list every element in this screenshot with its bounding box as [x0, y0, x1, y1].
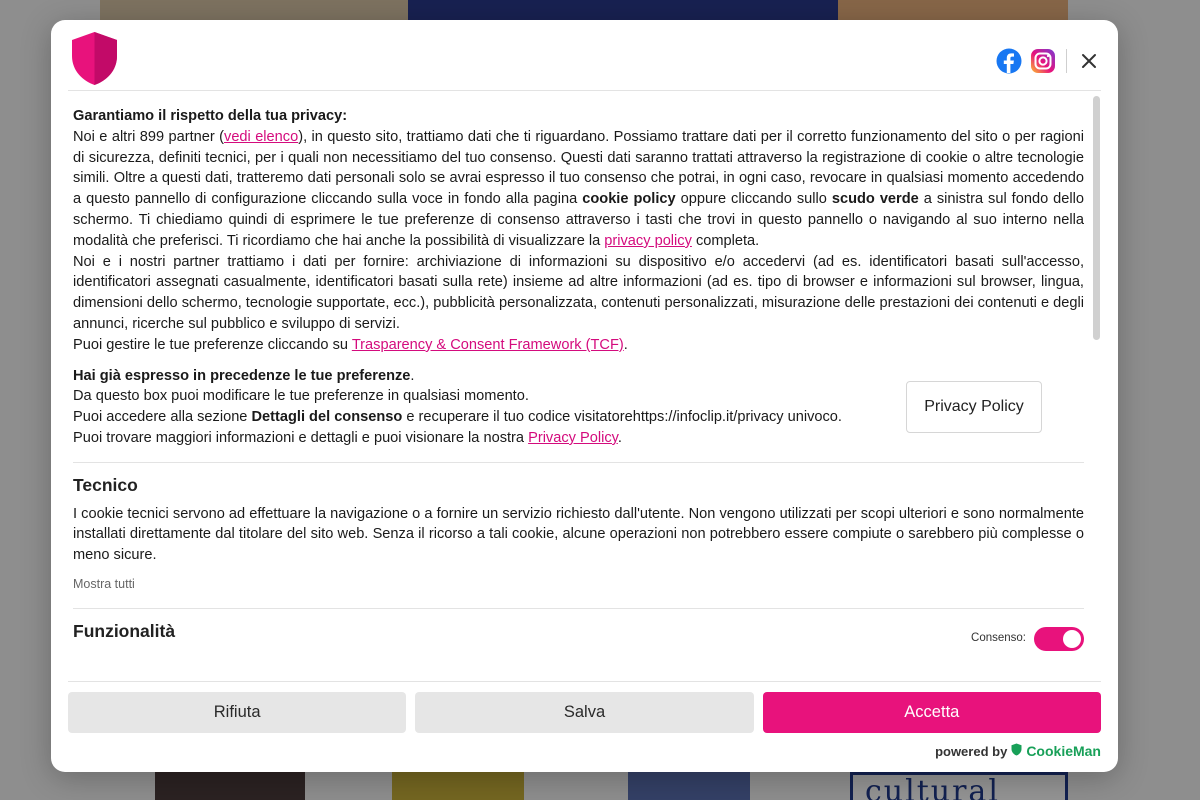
- tcf-link[interactable]: Trasparency & Consent Framework (TCF): [352, 337, 624, 353]
- shield-logo-icon: [68, 30, 121, 86]
- preferences-line-1: Da questo box puoi modificare le tue pre…: [73, 388, 529, 405]
- intro-section: Garantiamo il rispetto della tua privacy…: [73, 106, 1084, 356]
- powered-by-label: powered by: [935, 743, 1008, 759]
- header-divider: [68, 90, 1101, 91]
- preferences-line-3: Puoi trovare maggiori informazioni e det…: [73, 429, 622, 446]
- consent-toggle[interactable]: [1034, 626, 1084, 651]
- section-divider: [73, 607, 1084, 609]
- footer-actions: Rifiuta Salva Accetta: [68, 692, 1101, 733]
- funzionalita-title: Funzionalità: [73, 620, 176, 641]
- content-scrollbar[interactable]: [1093, 96, 1100, 340]
- header-separator: [1066, 49, 1067, 73]
- footer-divider: [68, 681, 1101, 682]
- show-all-link[interactable]: Mostra tutti: [73, 574, 1084, 595]
- toggle-knob: [1063, 629, 1081, 648]
- modal-header: [51, 20, 1118, 90]
- tecnico-description: I cookie tecnici servono ad effettuare l…: [73, 505, 1084, 564]
- tecnico-section: Tecnico I cookie tecnici servono ad effe…: [73, 475, 1084, 595]
- funzionalita-section: Funzionalità Consenso:: [73, 621, 1084, 651]
- tecnico-title: Tecnico: [73, 474, 138, 495]
- reject-button[interactable]: Rifiuta: [68, 692, 407, 733]
- powered-by: powered by CookieMan: [935, 743, 1101, 759]
- consent-label: Consenso:: [971, 632, 1026, 645]
- privacy-policy-button[interactable]: Privacy Policy: [906, 381, 1042, 434]
- cookieman-brand[interactable]: CookieMan: [1026, 743, 1101, 759]
- preferences-line-2: Puoi accedere alla sezione Dettagli del …: [73, 409, 842, 426]
- partner-list-link[interactable]: vedi elenco: [224, 129, 298, 145]
- intro-heading: Garantiamo il rispetto della tua privacy…: [73, 108, 348, 124]
- header-actions: [996, 46, 1101, 76]
- cookieman-shield-icon: [1011, 743, 1022, 759]
- close-icon[interactable]: [1077, 49, 1101, 73]
- preferences-text: Hai già espresso in precedenze le tue pr…: [73, 366, 873, 449]
- consent-scroll-content[interactable]: Garantiamo il rispetto della tua privacy…: [73, 106, 1084, 681]
- facebook-icon[interactable]: [996, 48, 1022, 74]
- cookie-consent-modal: Garantiamo il rispetto della tua privacy…: [51, 20, 1118, 772]
- intro-paragraph-1: Noi e altri 899 partner (vedi elenco), i…: [73, 128, 1084, 249]
- section-divider: [73, 461, 1084, 463]
- instagram-icon[interactable]: [1030, 48, 1056, 74]
- consent-control: Consenso:: [971, 626, 1084, 651]
- accept-button[interactable]: Accetta: [762, 692, 1101, 733]
- intro-paragraph-3: Puoi gestire le tue preferenze cliccando…: [73, 336, 628, 353]
- save-button[interactable]: Salva: [415, 692, 754, 733]
- preferences-heading: Hai già espresso in precedenze le tue pr…: [73, 367, 415, 384]
- privacy-policy-inline-link[interactable]: privacy policy: [604, 233, 692, 249]
- privacy-policy-link[interactable]: Privacy Policy: [528, 430, 618, 446]
- intro-paragraph-2: Noi e i nostri partner trattiamo i dati …: [73, 253, 1084, 332]
- preferences-section: Hai già espresso in precedenze le tue pr…: [73, 366, 1084, 449]
